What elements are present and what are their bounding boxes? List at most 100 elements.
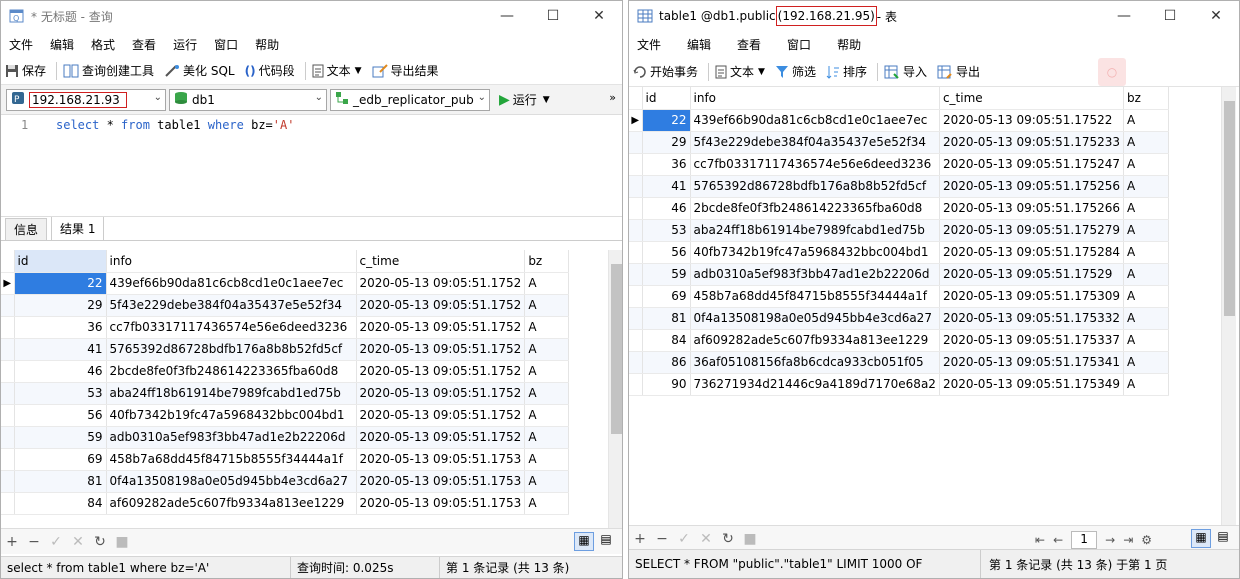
cell-bz[interactable]: A [524,360,570,383]
stop-icon[interactable]: ■ [739,531,761,547]
table-row[interactable]: 81 0f4a13508198a0e05d945bb4e3cd6a27 2020-0… [1,470,570,493]
cell-info[interactable]: 5765392d86728bdfb176a8b8b52fd5cf [690,175,940,198]
refresh-icon[interactable]: ↻ [717,531,739,547]
table-row[interactable]: 81 0f4a13508198a0e05d945bb4e3cd6a27 2020-0… [629,307,1170,330]
cell-id[interactable]: 36 [14,316,107,339]
delete-record-icon[interactable]: − [23,534,45,550]
add-record-icon[interactable]: + [1,534,23,550]
menu-edit[interactable]: 编辑 [683,36,733,53]
cancel-icon[interactable]: ✕ [67,534,89,550]
next-page-icon[interactable]: → [1105,533,1115,547]
cell-c_time[interactable]: 2020-05-13 09:05:51.1752 [356,272,526,295]
add-record-icon[interactable]: + [629,531,651,547]
cell-c_time[interactable]: 2020-05-13 09:05:51.175279 [939,219,1125,242]
maximize-button[interactable]: ☐ [1147,1,1193,31]
menu-window[interactable]: 窗口 [783,36,833,53]
minimize-button[interactable]: — [484,1,530,31]
table-row[interactable]: ▶ 22 439ef66b90da81c6cb8cd1e0c1aee7ec 2020-… [629,109,1170,132]
query-builder-button[interactable]: 查询创建工具 [63,62,154,79]
table-row[interactable]: ▶ 22 439ef66b90da81c6cb8cd1e0c1aee7ec 2020-… [1,272,570,295]
cell-c_time[interactable]: 2020-05-13 09:05:51.17522 [939,109,1125,132]
cell-info[interactable]: aba24ff18b61914be7989fcabd1ed75b [690,219,940,242]
table-row[interactable]: 53 aba24ff18b61914be7989fcabd1ed75b 2020-0… [629,219,1170,242]
cell-info[interactable]: af609282ade5c607fb9334a813ee1229 [106,492,357,515]
cell-bz[interactable]: A [1123,197,1170,220]
connection-select[interactable]: P 192.168.21.93 ⌄ [6,88,166,111]
close-button[interactable]: ✕ [1193,1,1239,31]
cell-info[interactable]: 458b7a68dd45f84715b8555f34444a1f [690,285,940,308]
column-header-id[interactable]: id [14,250,107,273]
cell-id[interactable]: 59 [642,263,691,286]
table-row[interactable]: 59 adb0310a5ef983f3bb47ad1e2b22206d 2020-0… [629,263,1170,286]
delete-record-icon[interactable]: − [651,531,673,547]
vertical-scrollbar[interactable] [1221,87,1236,527]
table-row[interactable]: 41 5765392d86728bdfb176a8b8b52fd5cf 2020-0… [629,175,1170,198]
filter-button[interactable]: 筛选 [775,63,816,80]
cell-id[interactable]: 69 [14,448,107,471]
table-row[interactable]: 53 aba24ff18b61914be7989fcabd1ed75b 2020-0… [1,382,570,405]
cell-c_time[interactable]: 2020-05-13 09:05:51.1752 [356,426,526,449]
menu-edit[interactable]: 编辑 [46,36,87,53]
column-header-info[interactable]: info [690,87,940,110]
table-row[interactable]: 69 458b7a68dd45f84715b8555f34444a1f 2020-0… [1,448,570,471]
first-page-icon[interactable]: ⇤ [1035,533,1045,547]
cell-id[interactable]: 84 [642,329,691,352]
cell-bz[interactable]: A [524,448,570,471]
table-row[interactable]: 41 5765392d86728bdfb176a8b8b52fd5cf 2020-0… [1,338,570,361]
cell-info[interactable]: 2bcde8fe0f3fb248614223365fba60d8 [106,360,357,383]
prev-page-icon[interactable]: ← [1053,533,1063,547]
cell-info[interactable]: 40fb7342b19fc47a5968432bbc004bd1 [106,404,357,427]
cell-c_time[interactable]: 2020-05-13 09:05:51.175233 [939,131,1125,154]
cell-id[interactable]: 86 [642,351,691,374]
cell-id[interactable]: 81 [14,470,107,493]
scrollbar-thumb[interactable] [1224,101,1235,316]
cell-id[interactable]: 56 [14,404,107,427]
table-row[interactable]: 46 2bcde8fe0f3fb248614223365fba60d8 2020-0… [629,197,1170,220]
cell-c_time[interactable]: 2020-05-13 09:05:51.175247 [939,153,1125,176]
stop-icon[interactable]: ■ [111,534,133,550]
cell-info[interactable]: 5765392d86728bdfb176a8b8b52fd5cf [106,338,357,361]
cell-c_time[interactable]: 2020-05-13 09:05:51.1753 [356,492,526,515]
cell-c_time[interactable]: 2020-05-13 09:05:51.1752 [356,316,526,339]
cell-bz[interactable]: A [1123,175,1170,198]
overflow-icon[interactable]: » [609,91,616,104]
menu-help[interactable]: 帮助 [251,36,292,53]
cell-c_time[interactable]: 2020-05-13 09:05:51.175341 [939,351,1125,374]
cell-bz[interactable]: A [1123,329,1170,352]
cell-info[interactable]: 5f43e229debe384f04a35437e5e52f34 [690,131,940,154]
cell-bz[interactable]: A [524,272,570,295]
menu-file[interactable]: 文件 [633,36,683,53]
cell-bz[interactable]: A [524,338,570,361]
cell-id[interactable]: 53 [14,382,107,405]
cell-id[interactable]: 29 [642,131,691,154]
cell-id[interactable]: 59 [14,426,107,449]
cell-id[interactable]: 22 [642,109,691,132]
beautify-sql-button[interactable]: 美化 SQL [164,62,235,79]
run-button[interactable]: ▶ 运行 ▼ [499,91,550,108]
cell-id[interactable]: 90 [642,373,691,396]
cell-c_time[interactable]: 2020-05-13 09:05:51.175284 [939,241,1125,264]
export-button[interactable]: 导出 [937,63,980,80]
page-number-input[interactable]: 1 [1071,531,1098,549]
column-header-id[interactable]: id [642,87,691,110]
cell-bz[interactable]: A [1123,307,1170,330]
cell-c_time[interactable]: 2020-05-13 09:05:51.175256 [939,175,1125,198]
cell-c_time[interactable]: 2020-05-13 09:05:51.1753 [356,448,526,471]
cell-bz[interactable]: A [524,404,570,427]
apply-icon[interactable]: ✓ [45,534,67,550]
table-row[interactable]: 84 af609282ade5c607fb9334a813ee1229 2020-0… [1,492,570,515]
sql-editor[interactable]: 1 select * from table1 where bz='A' [1,115,622,217]
gear-icon[interactable]: ⚙ [1141,533,1152,547]
grid-view-icon[interactable]: ▦ [1191,529,1211,548]
table-row[interactable]: 36 cc7fb03317117436574e56e6deed3236 2020-0… [629,153,1170,176]
table-row[interactable]: 29 5f43e229debe384f04a35437e5e52f34 2020-0… [629,131,1170,154]
cell-info[interactable]: 0f4a13508198a0e05d945bb4e3cd6a27 [690,307,940,330]
text-button[interactable]: 文本 ▼ [312,62,362,79]
export-result-button[interactable]: 导出结果 [372,62,439,79]
cell-id[interactable]: 22 [14,272,107,295]
table-row[interactable]: 90 736271934d21446c9a4189d7170e68a2 2020-0… [629,373,1170,396]
cell-c_time[interactable]: 2020-05-13 09:05:51.1752 [356,360,526,383]
menu-format[interactable]: 格式 [87,36,128,53]
cell-info[interactable]: cc7fb03317117436574e56e6deed3236 [106,316,357,339]
cell-info[interactable]: af609282ade5c607fb9334a813ee1229 [690,329,940,352]
